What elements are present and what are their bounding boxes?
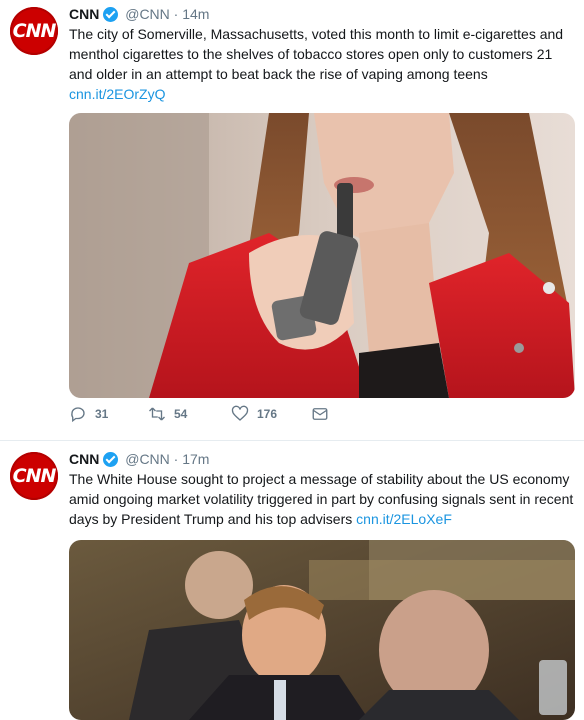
direct-message-icon	[312, 408, 328, 420]
tweet-photo-vaping[interactable]	[69, 113, 575, 398]
verified-badge-icon	[103, 452, 119, 467]
author-name[interactable]: CNN	[69, 6, 99, 22]
avatar-logo-text: CNN	[12, 20, 57, 42]
author-handle[interactable]: @CNN	[125, 6, 170, 22]
tweet-link[interactable]: cnn.it/2EOrZyQ	[69, 86, 165, 102]
author-name[interactable]: CNN	[69, 451, 99, 467]
like-count: 176	[257, 407, 278, 421]
tweet-header: CNN @CNN · 14m	[69, 5, 209, 24]
tweet-header: CNN @CNN · 17m	[69, 450, 209, 469]
retweet-button[interactable]: 54	[148, 405, 187, 423]
like-icon	[231, 405, 249, 421]
tweet-body: The city of Somerville, Massachusetts, v…	[69, 26, 564, 82]
tweet-text: The White House sought to project a mess…	[69, 469, 574, 529]
verified-badge-icon	[103, 7, 119, 22]
tweet-1[interactable]: CNN CNN @CNN · 14m The city of Somervill…	[0, 0, 584, 441]
retweet-count: 54	[174, 407, 188, 421]
photo-woman-vaping	[69, 113, 575, 398]
avatar[interactable]: CNN	[10, 7, 58, 55]
tweet-body: The White House sought to project a mess…	[69, 471, 574, 527]
separator-dot: ·	[173, 451, 179, 467]
separator-dot: ·	[173, 6, 179, 22]
reply-icon	[71, 407, 85, 423]
photo-officials-meeting	[69, 540, 575, 720]
tweet-timestamp[interactable]: 14m	[182, 6, 209, 22]
author-handle[interactable]: @CNN	[125, 451, 170, 467]
reply-count: 31	[95, 407, 109, 421]
reply-button[interactable]: 31	[69, 405, 108, 423]
like-button[interactable]: 176	[231, 405, 277, 423]
avatar-logo-text: CNN	[12, 465, 57, 487]
direct-message-button[interactable]	[311, 405, 329, 423]
retweet-icon	[149, 407, 165, 421]
tweet-timestamp[interactable]: 17m	[182, 451, 209, 467]
tweet-2[interactable]: CNN CNN @CNN · 17m The White House sough…	[0, 441, 584, 720]
tweet-text: The city of Somerville, Massachusetts, v…	[69, 24, 574, 104]
tweet-link[interactable]: cnn.it/2ELoXeF	[356, 511, 452, 527]
tweet-photo-white-house[interactable]	[69, 540, 575, 720]
avatar[interactable]: CNN	[10, 452, 58, 500]
